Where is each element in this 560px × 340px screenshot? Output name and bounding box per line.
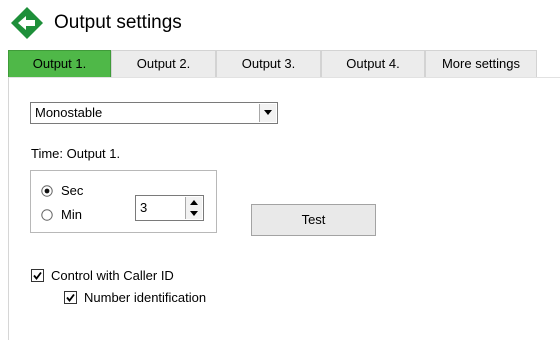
radio-sec-label: Sec [61,183,84,198]
tab-output-3[interactable]: Output 3. [216,50,321,77]
radio-unselected-icon [41,209,53,221]
tab-output-4[interactable]: Output 4. [321,50,425,77]
arrow-up-icon [190,200,198,205]
radio-sec[interactable] [41,185,53,197]
arrow-down-icon [190,211,198,216]
page-title: Output settings [54,12,182,33]
time-value: 3 [140,200,148,215]
stepper-buttons [185,197,202,219]
number-identification-checkbox[interactable] [64,291,77,304]
mode-select[interactable]: Monostable [30,102,278,124]
checkmark-icon [64,291,77,304]
number-identification-label: Number identification [84,290,207,305]
control-caller-id-label: Control with Caller ID [51,268,174,283]
radio-min-label: Min [61,207,82,222]
mode-select-value: Monostable [35,105,103,120]
test-button[interactable]: Test [251,204,376,236]
stepper-down-button[interactable] [186,208,202,219]
tab-more-settings[interactable]: More settings [425,50,537,77]
back-button[interactable] [10,6,44,40]
header: Output settings [8,4,548,40]
time-value-stepper[interactable]: 3 [135,195,204,221]
tab-output-1[interactable]: Output 1. [8,50,111,77]
chevron-down-icon [264,110,272,115]
tab-output-2[interactable]: Output 2. [111,50,216,77]
control-caller-id-checkbox[interactable] [31,269,44,282]
radio-min[interactable] [41,209,53,221]
dropdown-button[interactable] [259,104,276,122]
checkmark-icon [31,269,44,282]
stepper-up-button[interactable] [186,197,202,208]
back-arrow-icon [11,7,43,39]
radio-selected-icon [41,185,53,197]
time-label: Time: Output 1. [31,146,121,161]
